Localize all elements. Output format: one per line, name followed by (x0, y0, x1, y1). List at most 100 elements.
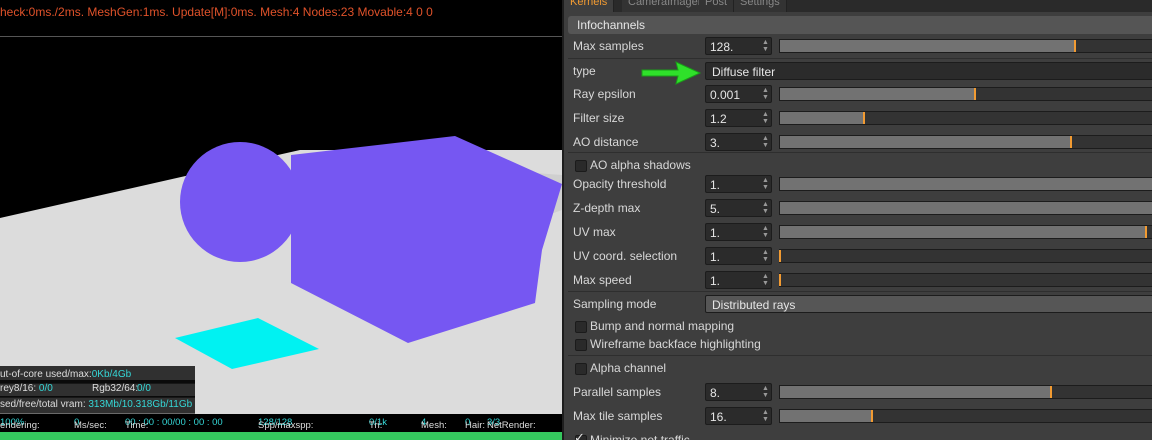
uv-max-label: UV max (573, 225, 616, 239)
section-divider (568, 291, 1152, 292)
alpha-channel-label: Alpha channel (590, 361, 667, 375)
row-opacity-threshold: Opacity threshold 1. ▲ ▼ (564, 173, 1152, 197)
tab-kernels[interactable]: Kernels (564, 0, 615, 12)
uv-coord-selection-label: UV coord. selection (573, 249, 678, 263)
uv-max-slider[interactable] (779, 225, 1152, 239)
spin-arrows-icon[interactable]: ▲ ▼ (762, 111, 769, 125)
max-tile-samples-spinbox[interactable]: 16. ▲ ▼ (705, 407, 772, 425)
stat-spp: Spp/maxspp: 128/128 (258, 417, 314, 431)
spin-arrows-icon[interactable]: ▲ ▼ (762, 273, 769, 287)
opacity-threshold-spinbox[interactable]: 1. ▲ ▼ (705, 175, 772, 193)
slider-handle[interactable] (1069, 136, 1072, 148)
slider-handle[interactable] (779, 250, 781, 262)
max-samples-spinbox[interactable]: 128. ▲ ▼ (705, 37, 772, 55)
spin-arrows-icon[interactable]: ▲ ▼ (762, 409, 769, 423)
vram-info: sed/free/total vram: 313Mb/10.318Gb/11Gb (0, 396, 195, 414)
slider-fill (780, 178, 1152, 190)
slider-handle[interactable] (1049, 386, 1052, 398)
ao-alpha-shadows-checkbox[interactable] (575, 160, 587, 172)
spin-arrows-icon[interactable]: ▲ ▼ (762, 39, 769, 53)
z-depth-max-label: Z-depth max (573, 201, 641, 215)
slider-handle[interactable] (1145, 226, 1148, 238)
rgb-value: 0/0 (137, 383, 151, 394)
slider-fill (780, 386, 1051, 398)
out-of-core-value: 0Kb/4Gb (91, 369, 132, 380)
render-viewport[interactable]: heck:0ms./2ms. MeshGen:1ms. Update[M]:0m… (0, 0, 562, 440)
tab-post[interactable]: Post (699, 0, 735, 12)
max-samples-value: 128. (710, 40, 734, 54)
stat-tri: Tri: 0/1k (369, 417, 387, 431)
tab-cameraimager[interactable]: CameraImager (622, 0, 709, 12)
z-depth-max-spinbox[interactable]: 5. ▲ ▼ (705, 199, 772, 217)
opacity-threshold-slider[interactable] (779, 177, 1152, 191)
slider-fill (780, 226, 1147, 238)
max-speed-spinbox[interactable]: 1. ▲ ▼ (705, 271, 772, 289)
slider-handle[interactable] (862, 112, 865, 124)
row-max-samples: Max samples 128. ▲ ▼ (564, 35, 1152, 59)
settings-panel: Kernels CameraImager Post Settings Infoc… (562, 0, 1152, 440)
spin-arrows-icon[interactable]: ▲ ▼ (762, 385, 769, 399)
type-label: type (573, 64, 596, 78)
spin-arrows-icon[interactable]: ▲ ▼ (762, 87, 769, 101)
slider-fill (780, 202, 1152, 214)
render-progress-bar (0, 432, 562, 440)
slider-handle[interactable] (1073, 40, 1076, 52)
slider-handle[interactable] (779, 274, 781, 286)
out-of-core-label: ut-of-core used/max: (0, 369, 92, 380)
z-depth-max-value: 5. (710, 202, 721, 216)
status-line: heck:0ms./2ms. MeshGen:1ms. Update[M]:0m… (0, 5, 433, 19)
section-divider (568, 58, 1152, 59)
max-tile-samples-value: 16. (710, 410, 727, 424)
uv-coord-selection-value: 1. (710, 250, 721, 264)
render-stats-bar: endering: 100% Ms/sec: 0 Time: 00 : 00 :… (0, 414, 562, 432)
parallel-samples-spinbox[interactable]: 8. ▲ ▼ (705, 383, 772, 401)
max-samples-slider[interactable] (779, 39, 1152, 53)
bump-and-normal-mapping-checkbox[interactable] (575, 321, 587, 333)
spin-arrows-icon[interactable]: ▲ ▼ (762, 201, 769, 215)
row-uv-max: UV max 1. ▲ ▼ (564, 221, 1152, 245)
max-speed-slider[interactable] (779, 273, 1152, 287)
alpha-channel-checkbox[interactable] (575, 363, 587, 375)
checkmark-icon: ✓ (574, 430, 585, 440)
rgb-label: Rgb32/64: (92, 383, 139, 394)
slider-handle[interactable] (870, 410, 873, 422)
type-selected: Diffuse filter (712, 65, 776, 79)
stat-mesh: Mesh: 4 (421, 417, 447, 431)
row-wireframe-backface-highlighting: Wireframe backface highlighting (564, 333, 1152, 357)
parallel-samples-slider[interactable] (779, 385, 1152, 399)
ao-distance-slider[interactable] (779, 135, 1152, 149)
spin-arrows-icon[interactable]: ▲ ▼ (762, 177, 769, 191)
stat-rendering: endering: 100% (0, 417, 40, 431)
filter-size-slider[interactable] (779, 111, 1152, 125)
uv-max-spinbox[interactable]: 1. ▲ ▼ (705, 223, 772, 241)
section-title: Infochannels (577, 18, 646, 32)
sampling-mode-selected: Distributed rays (712, 298, 796, 312)
bump-and-normal-mapping-label: Bump and normal mapping (590, 319, 735, 333)
ao-distance-spinbox[interactable]: 3. ▲ ▼ (705, 133, 772, 151)
slider-handle[interactable] (974, 88, 977, 100)
purple-sphere (180, 142, 300, 262)
spin-arrows-icon[interactable]: ▲ ▼ (762, 249, 769, 263)
row-uv-coord-selection: UV coord. selection 1. ▲ ▼ (564, 245, 1152, 269)
filter-size-spinbox[interactable]: 1.2 ▲ ▼ (705, 109, 772, 127)
spin-arrows-icon[interactable]: ▲ ▼ (762, 225, 769, 239)
ray-epsilon-spinbox[interactable]: 0.001 ▲ ▼ (705, 85, 772, 103)
uv-coord-selection-slider[interactable] (779, 249, 1152, 263)
spin-arrows-icon[interactable]: ▲ ▼ (762, 135, 769, 149)
sampling-mode-dropdown[interactable]: Distributed rays (705, 295, 1152, 313)
ray-epsilon-slider[interactable] (779, 87, 1152, 101)
parallel-samples-value: 8. (710, 386, 721, 400)
section-header-infochannels[interactable]: Infochannels (568, 16, 1152, 34)
parallel-samples-label: Parallel samples (573, 385, 662, 399)
opacity-threshold-label: Opacity threshold (573, 177, 667, 191)
stat-ms-sec: Ms/sec: 0 (74, 417, 107, 431)
wireframe-backface-highlighting-checkbox[interactable] (575, 339, 587, 351)
uv-coord-selection-spinbox[interactable]: 1. ▲ ▼ (705, 247, 772, 265)
tab-settings[interactable]: Settings (734, 0, 787, 12)
filter-size-label: Filter size (573, 111, 625, 125)
max-tile-samples-slider[interactable] (779, 409, 1152, 423)
row-alpha-channel: Alpha channel (564, 357, 1152, 381)
z-depth-max-slider[interactable] (779, 201, 1152, 215)
type-dropdown[interactable]: Diffuse filter (705, 62, 1152, 80)
max-speed-value: 1. (710, 274, 721, 288)
